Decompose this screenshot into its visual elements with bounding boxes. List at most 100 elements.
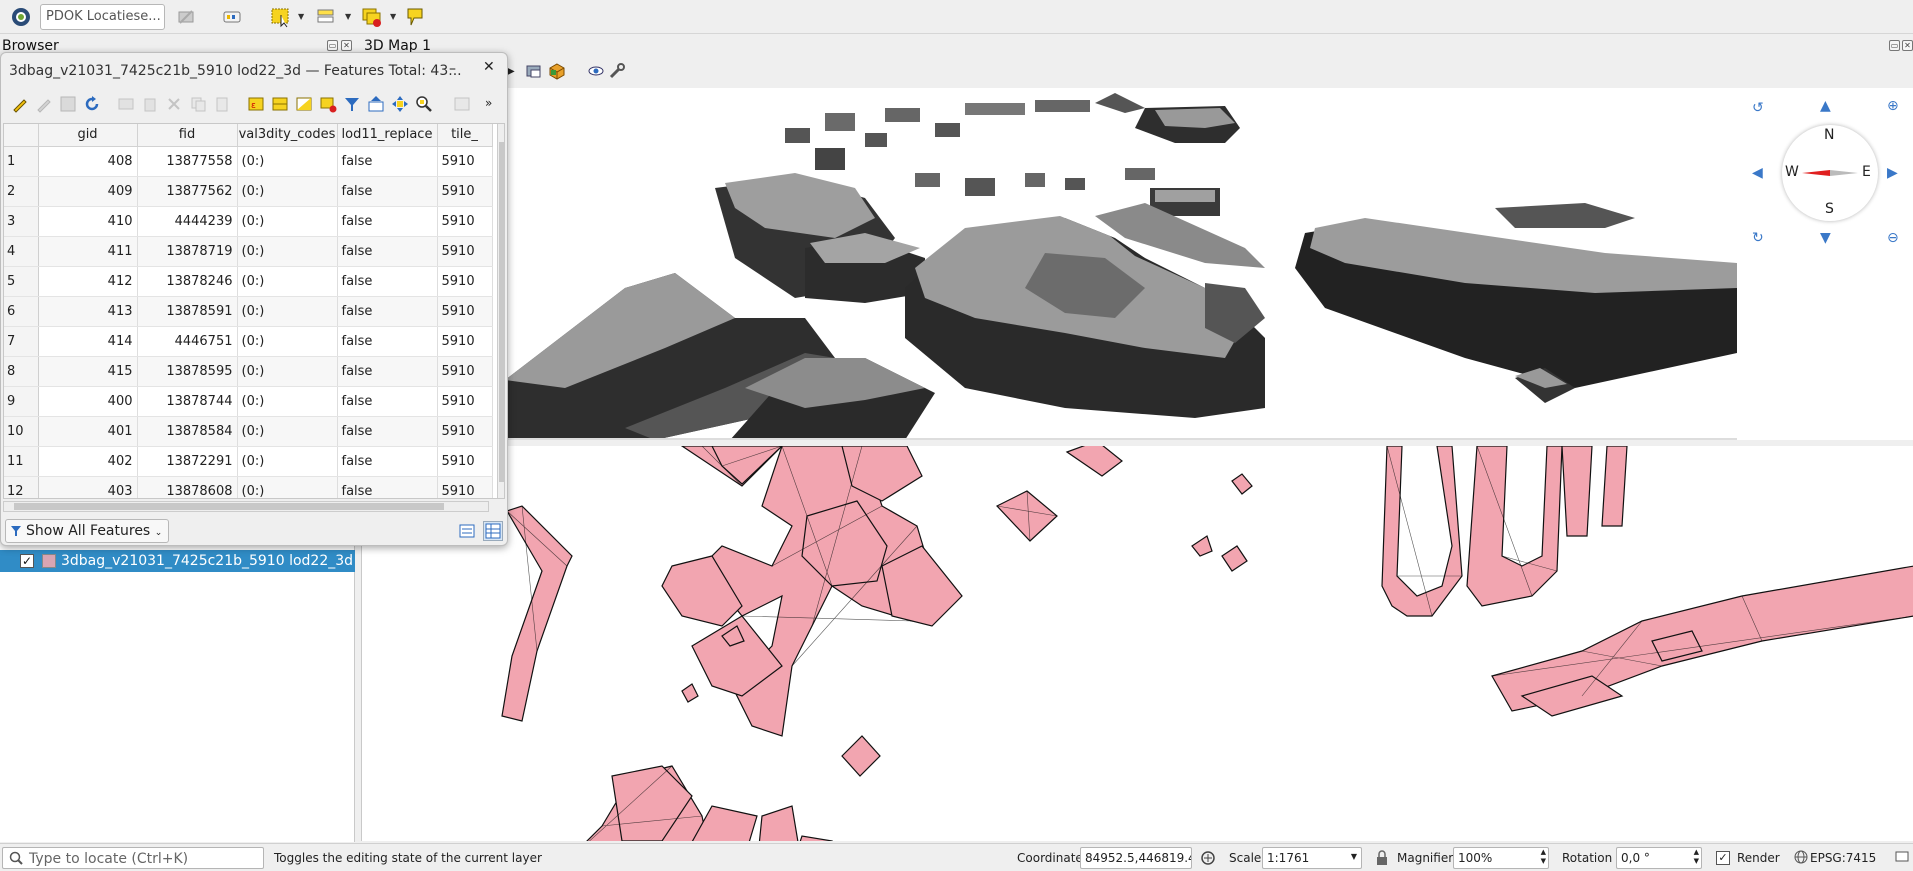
lod11-replace-cell[interactable]: false [337,236,438,267]
table-row[interactable]: 6 413 13878591 (0:) false 5910 [4,296,493,327]
invert-selection-icon[interactable] [295,95,313,117]
val3dity-codes-cell[interactable]: (0:) [237,446,338,477]
row-number-cell[interactable]: 6 [4,296,39,327]
gid-cell[interactable]: 409 [38,176,138,207]
row-number-cell[interactable]: 10 [4,416,39,447]
messages-icon[interactable] [1895,850,1909,867]
table-row[interactable]: 7 414 4446751 (0:) false 5910 [4,326,493,357]
val3dity-codes-cell[interactable]: (0:) [237,386,338,417]
fid-cell[interactable]: 13872291 [137,446,238,477]
fid-cell[interactable]: 13878744 [137,386,238,417]
val3dity-codes-cell[interactable]: (0:) [237,206,338,237]
lod11-replace-cell[interactable]: false [337,266,438,297]
deselect-all-icon[interactable] [319,95,337,117]
close-panel-icon[interactable]: ✕ [341,40,352,51]
column-header[interactable]: val3dity_codes [237,124,338,147]
cut-icon[interactable] [165,95,183,117]
rotate-right-icon[interactable]: ↻ [1752,230,1764,246]
tile-cell[interactable]: 5910 [437,146,493,177]
table-row[interactable]: 11 402 13872291 (0:) false 5910 [4,446,493,477]
map-tips-icon[interactable] [219,4,245,30]
pan-to-selection-icon[interactable] [391,95,409,117]
row-number-cell[interactable]: 2 [4,176,39,207]
lod11-replace-cell[interactable]: false [337,176,438,207]
float-panel-icon[interactable]: ▭ [1889,40,1900,51]
column-header[interactable]: fid [137,124,238,147]
column-header[interactable]: tile_ [437,124,493,147]
attribute-table-grid[interactable]: gid fid val3dity_codes lod11_replace til… [3,123,505,499]
chevron-down-icon[interactable]: ▼ [298,13,306,21]
rotate-left-icon[interactable]: ↺ [1752,100,1764,116]
gid-cell[interactable]: 412 [38,266,138,297]
table-row[interactable]: 9 400 13878744 (0:) false 5910 [4,386,493,417]
select-by-value-icon[interactable] [313,4,339,30]
table-row[interactable]: 5 412 13878246 (0:) false 5910 [4,266,493,297]
vertical-scrollbar[interactable] [497,124,504,498]
tile-cell[interactable]: 5910 [437,176,493,207]
gid-cell[interactable]: 400 [38,386,138,417]
toggle-editing-icon[interactable] [11,95,29,117]
chevron-down-icon[interactable]: ▼ [345,13,353,21]
chevron-right-icon[interactable]: ▶ [507,66,515,77]
compass[interactable]: N S E W [1782,125,1878,221]
pan-right-icon[interactable]: ▶ [1887,165,1898,181]
deselect-features-icon[interactable] [359,4,385,30]
corner-cell[interactable] [4,124,39,147]
select-features-icon[interactable] [268,4,294,30]
gid-cell[interactable]: 413 [38,296,138,327]
map3d-canvas[interactable] [505,88,1737,440]
tile-cell[interactable]: 5910 [437,446,493,477]
row-number-cell[interactable]: 12 [4,476,39,498]
val3dity-codes-cell[interactable]: (0:) [237,176,338,207]
row-number-cell[interactable]: 3 [4,206,39,237]
tile-cell[interactable]: 5910 [437,416,493,447]
table-row[interactable]: 8 415 13878595 (0:) false 5910 [4,356,493,387]
column-header[interactable]: gid [38,124,138,147]
tile-cell[interactable]: 5910 [437,326,493,357]
gid-cell[interactable]: 408 [38,146,138,177]
scrollbar-thumb[interactable] [499,142,504,482]
coordinate-toggle-icon[interactable] [1200,850,1216,869]
lod11-replace-cell[interactable]: false [337,416,438,447]
row-number-cell[interactable]: 4 [4,236,39,267]
table-row[interactable]: 12 403 13878608 (0:) false 5910 [4,476,493,498]
val3dity-codes-cell[interactable]: (0:) [237,476,338,498]
table-row[interactable]: 3 410 4444239 (0:) false 5910 [4,206,493,237]
clear-icon[interactable] [173,4,199,30]
gid-cell[interactable]: 411 [38,236,138,267]
scrollbar-thumb[interactable] [14,503,444,510]
lod11-replace-cell[interactable]: false [337,296,438,327]
magnifier-field[interactable]: 100% ▲ ▼ [1453,847,1549,869]
qgis-logo-icon[interactable] [8,4,34,30]
gid-cell[interactable]: 401 [38,416,138,447]
table-view-icon[interactable] [483,521,503,541]
tile-cell[interactable]: 5910 [437,296,493,327]
horizontal-scrollbar[interactable] [3,501,489,512]
gid-cell[interactable]: 414 [38,326,138,357]
row-number-cell[interactable]: 5 [4,266,39,297]
delete-feature-icon[interactable] [141,95,159,117]
zoom-in-icon[interactable]: ⊕ [1887,98,1899,114]
pdok-locator-input[interactable]: PDOK Locatiese... [40,4,165,30]
fid-cell[interactable]: 13877562 [137,176,238,207]
form-view-icon[interactable] [459,523,475,543]
lod11-replace-cell[interactable]: false [337,356,438,387]
fid-cell[interactable]: 4446751 [137,326,238,357]
locate-input[interactable]: Type to locate (Ctrl+K) [2,847,264,869]
layer-visibility-checkbox[interactable]: ✓ [20,554,34,568]
val3dity-codes-cell[interactable]: (0:) [237,356,338,387]
view-icon[interactable] [587,62,605,84]
tile-cell[interactable]: 5910 [437,356,493,387]
crs-globe-icon[interactable] [1794,850,1808,867]
row-number-cell[interactable]: 11 [4,446,39,477]
crs-label[interactable]: EPSG:7415 [1810,851,1876,865]
rotation-field[interactable]: 0,0 ° ▲ ▼ [1616,847,1702,869]
table-row[interactable]: 10 401 13878584 (0:) false 5910 [4,416,493,447]
lock-icon[interactable] [1375,850,1389,869]
row-number-cell[interactable]: 8 [4,356,39,387]
identify-label-icon[interactable] [403,4,429,30]
filter-icon[interactable] [343,95,361,117]
scale-field[interactable]: 1:1761 ▼ [1262,847,1362,869]
lod11-replace-cell[interactable]: false [337,386,438,417]
lod11-replace-cell[interactable]: false [337,326,438,357]
